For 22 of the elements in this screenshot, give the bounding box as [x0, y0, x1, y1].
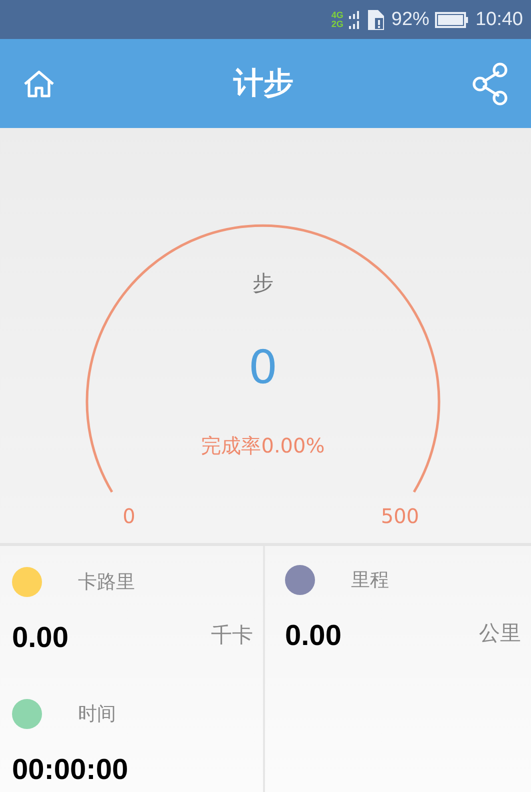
- home-icon[interactable]: [22, 68, 56, 98]
- stat-value: 00:00:00: [12, 754, 128, 787]
- network-type-label: 4G: [331, 10, 344, 20]
- stat-label: 卡路里: [78, 570, 135, 595]
- battery-percent: 92%: [391, 8, 430, 30]
- step-unit-label: 步: [252, 270, 274, 297]
- sim-card-icon: [367, 8, 386, 30]
- clock-time: 10:40: [475, 8, 523, 30]
- stat-unit: 千卡: [211, 622, 253, 648]
- stat-label: 时间: [78, 702, 116, 727]
- stat-value: 0.00: [12, 622, 68, 655]
- stat-unit: 公里: [479, 620, 521, 646]
- network-type-label: 2G: [331, 20, 344, 28]
- gauge-max-label: 500: [380, 504, 420, 528]
- stat-label: 里程: [351, 568, 389, 593]
- page-title: 计步: [234, 65, 294, 103]
- completion-rate: 完成率0.00%: [201, 432, 325, 460]
- stat-value: 0.00: [285, 620, 342, 653]
- step-count: 0: [248, 340, 278, 394]
- battery-icon: [435, 10, 470, 28]
- gauge-min-label: 0: [122, 504, 136, 528]
- signal-icon: [349, 10, 362, 30]
